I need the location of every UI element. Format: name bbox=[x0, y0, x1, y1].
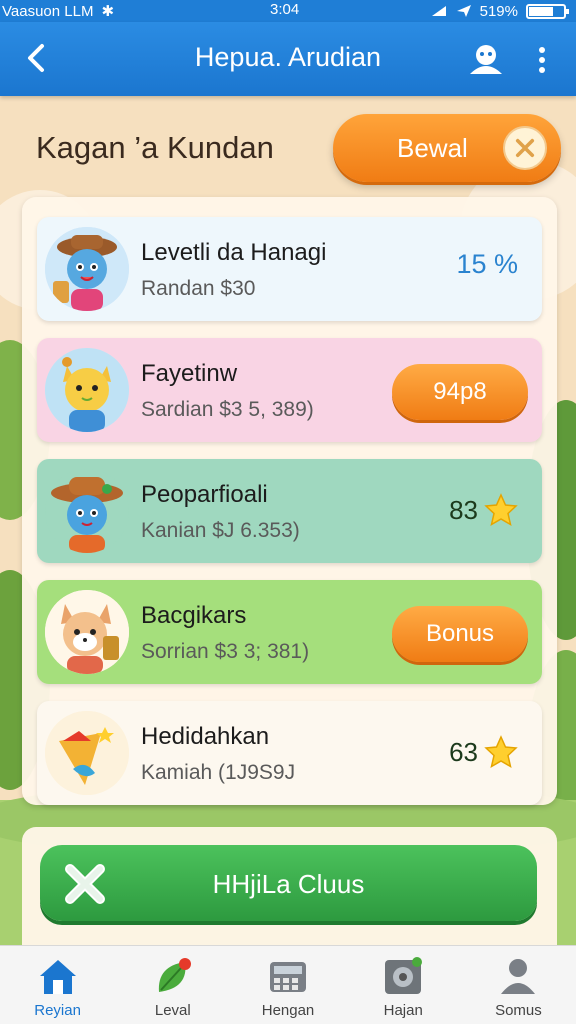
reveal-button-label: Bewal bbox=[397, 133, 468, 163]
item-subtitle: Kamiah (1J9S9J bbox=[141, 761, 296, 784]
yellow-cat-icon bbox=[45, 348, 129, 432]
item-subtitle: Sorrian $3 3; 381) bbox=[141, 640, 310, 663]
list-item[interactable]: Hedidahkan Kamiah (1J9S9J 63 bbox=[37, 701, 542, 805]
star-icon bbox=[484, 493, 518, 527]
star-value: 83 bbox=[449, 494, 478, 525]
location-arrow-icon bbox=[456, 5, 471, 17]
item-name: Bacgikars bbox=[141, 602, 247, 629]
user-icon bbox=[501, 959, 536, 994]
item-name: Hedidahkan bbox=[141, 723, 270, 750]
primary-action-button[interactable]: HHjiLa Cluus bbox=[40, 845, 537, 921]
battery-percent: 519% bbox=[479, 2, 518, 20]
list-item[interactable]: Bacgikars Sorrian $3 3; 381) Bonus bbox=[37, 580, 542, 684]
action-button-label: HHjiLa Cluus bbox=[212, 869, 365, 899]
item-name: Peoparfioali bbox=[141, 481, 268, 508]
calculator-icon bbox=[270, 962, 306, 992]
app-bar: Hepua. Arudian bbox=[0, 22, 576, 96]
gift-bag-icon bbox=[45, 711, 129, 795]
close-icon[interactable] bbox=[503, 126, 547, 170]
bottom-navigation: Reyian Leval Hengan Hajan Somus bbox=[0, 945, 576, 1024]
nav-item-user[interactable]: Somus bbox=[461, 946, 576, 1024]
avatar bbox=[45, 227, 129, 311]
item-name: Fayetinw bbox=[141, 360, 238, 387]
item-name: Levetli da Hanagi bbox=[141, 239, 327, 266]
leaf-icon bbox=[158, 958, 191, 992]
blue-cat-hat-icon bbox=[45, 227, 129, 311]
avatar bbox=[45, 348, 129, 432]
nav-label: Reyian bbox=[34, 1002, 81, 1019]
safe-icon bbox=[385, 957, 423, 994]
section-headline: Kagan ’a Kundan bbox=[36, 130, 274, 165]
blue-cat-cowboy-icon bbox=[45, 469, 129, 553]
avatar bbox=[45, 711, 129, 795]
star-count: 83 bbox=[449, 493, 518, 527]
item-subtitle: Kanian $J 6.353) bbox=[141, 519, 300, 542]
item-action-pill[interactable]: 94p8 bbox=[392, 364, 528, 420]
avatar bbox=[45, 590, 129, 674]
carrier-label: Vaasuon LLM bbox=[2, 2, 94, 20]
list-item[interactable]: Levetli da Hanagi Randan $30 15 % bbox=[37, 217, 542, 321]
avatar bbox=[45, 469, 129, 553]
status-bar: Vaasuon LLM ✱ 3:04 519% bbox=[0, 0, 576, 22]
star-count: 63 bbox=[449, 735, 518, 769]
nav-item-calculator[interactable]: Hengan bbox=[230, 946, 345, 1024]
list-item[interactable]: Fayetinw Sardian $3 5, 389) 94p8 bbox=[37, 338, 542, 442]
list-item[interactable]: Peoparfioali Kanian $J 6.353) 83 bbox=[37, 459, 542, 563]
nav-item-level[interactable]: Leval bbox=[115, 946, 230, 1024]
nav-label: Somus bbox=[495, 1002, 542, 1019]
item-percent: 15 % bbox=[456, 249, 518, 279]
signal-icon bbox=[431, 6, 446, 16]
home-icon bbox=[39, 960, 76, 994]
nav-label: Hengan bbox=[261, 1002, 315, 1019]
nav-label: Leval bbox=[154, 1002, 191, 1019]
bluetooth-icon: ✱ bbox=[101, 3, 115, 20]
reveal-button[interactable]: Bewal bbox=[333, 114, 561, 182]
reward-list-panel: Levetli da Hanagi Randan $30 15 % Fayeti… bbox=[22, 197, 557, 805]
nav-item-safe[interactable]: Hajan bbox=[346, 946, 461, 1024]
more-options-icon[interactable] bbox=[528, 40, 556, 80]
battery-icon bbox=[526, 3, 569, 19]
item-subtitle: Randan $30 bbox=[141, 277, 256, 300]
star-value: 63 bbox=[449, 736, 478, 767]
fox-icon bbox=[45, 590, 129, 674]
item-subtitle: Sardian $3 5, 389) bbox=[141, 398, 314, 421]
star-icon bbox=[484, 735, 518, 769]
status-time: 3:04 bbox=[270, 1, 300, 18]
nav-label: Hajan bbox=[383, 1002, 423, 1019]
nav-item-home[interactable]: Reyian bbox=[0, 946, 115, 1024]
action-panel: HHjiLa Cluus bbox=[22, 827, 557, 945]
bonus-button[interactable]: Bonus bbox=[392, 606, 528, 662]
profile-icon[interactable] bbox=[466, 40, 506, 80]
